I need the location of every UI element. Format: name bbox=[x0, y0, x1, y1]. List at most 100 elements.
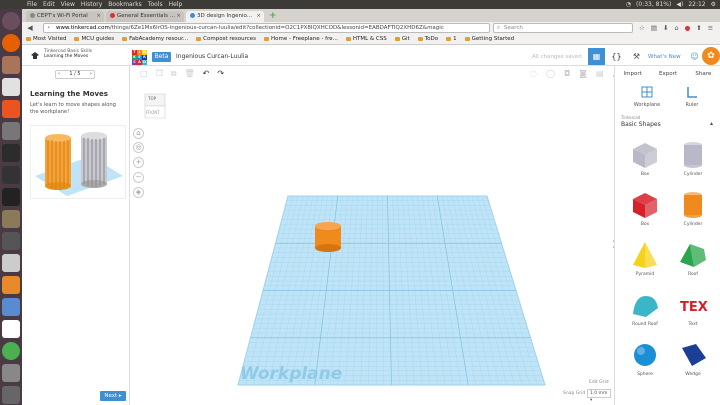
shape-cylinder[interactable]: Cylinder bbox=[670, 190, 716, 234]
menu-item[interactable]: Tools bbox=[148, 0, 163, 9]
bookmark-item[interactable]: Home - Freeplane - fre... bbox=[264, 36, 338, 42]
undo-icon[interactable]: ↶ bbox=[203, 66, 210, 81]
fit-view-button[interactable]: ◎ bbox=[133, 142, 144, 153]
firefox-icon[interactable] bbox=[2, 34, 20, 52]
workspace[interactable]: Workplane bbox=[130, 81, 614, 405]
tools-button[interactable]: ⚒ bbox=[628, 48, 645, 65]
group-icon[interactable]: ◘ bbox=[564, 66, 570, 81]
redo-icon[interactable]: ↷ bbox=[217, 66, 224, 81]
workplane-tool[interactable]: Workplane bbox=[627, 86, 667, 108]
inkscape-icon[interactable] bbox=[2, 320, 20, 338]
tab-export[interactable]: Export bbox=[650, 66, 685, 80]
shape-wedge[interactable]: Wedge bbox=[670, 340, 716, 384]
new-shape-icon[interactable]: ▢ bbox=[140, 66, 148, 81]
whats-new-link[interactable]: What's New bbox=[648, 52, 681, 62]
duplicate-icon[interactable]: ⧉ bbox=[171, 66, 177, 81]
orange-cylinder[interactable] bbox=[315, 222, 341, 252]
menu-item[interactable]: Help bbox=[169, 0, 183, 9]
snap-grid-select[interactable]: 1.0 mm ▾ bbox=[587, 389, 611, 403]
ungroup-icon[interactable]: ◙ bbox=[579, 66, 587, 81]
extension-icon[interactable]: ⬆ bbox=[696, 22, 701, 34]
shape-round-roof[interactable]: Round Roof bbox=[622, 290, 668, 334]
zoom-in-button[interactable]: + bbox=[133, 157, 144, 168]
menu-item[interactable]: Bookmarks bbox=[108, 0, 142, 9]
home-icon[interactable]: ⌂ bbox=[674, 22, 678, 34]
next-button[interactable]: Next ▸ bbox=[100, 391, 126, 401]
ruler-tool[interactable]: Ruler bbox=[672, 86, 712, 108]
clock[interactable]: 22:12 bbox=[688, 0, 705, 9]
shape-pyramid[interactable]: Pyramid bbox=[622, 240, 668, 284]
bookmark-item[interactable]: Most Visited bbox=[26, 36, 66, 42]
align-icon[interactable]: ▤ bbox=[596, 66, 604, 81]
menu-item[interactable]: History bbox=[81, 0, 102, 9]
battery-status[interactable]: (0:33, 81%) bbox=[636, 0, 671, 9]
shape-box[interactable]: Box bbox=[622, 190, 668, 234]
copy-icon[interactable]: ❐ bbox=[156, 66, 163, 81]
lesson-pager[interactable]: ‹ 1 / 5 › bbox=[55, 70, 95, 79]
browser-tab[interactable]: CEPT's Wi-Fi Portal × bbox=[26, 11, 104, 22]
menu-item[interactable]: View bbox=[61, 0, 75, 9]
workplane-canvas[interactable]: Workplane bbox=[130, 81, 614, 405]
edit-grid-link[interactable]: Edit Grid bbox=[589, 380, 609, 385]
menu-icon[interactable]: ≡ bbox=[708, 22, 713, 34]
bookmark-item[interactable]: Git bbox=[394, 36, 410, 42]
reader-icon[interactable]: ▤ bbox=[651, 22, 657, 34]
gear-icon[interactable]: ⚙ bbox=[711, 0, 716, 9]
chevron-down-icon[interactable]: ▴ bbox=[710, 120, 713, 127]
codeblocks-button[interactable]: {} bbox=[608, 48, 625, 65]
chrome-icon[interactable] bbox=[2, 342, 20, 360]
bookmark-item[interactable]: Compost resources bbox=[196, 36, 256, 42]
files-icon[interactable] bbox=[2, 56, 20, 74]
bookmark-item[interactable]: ToDo bbox=[417, 36, 438, 42]
view-cube[interactable]: TOP FRONT bbox=[142, 92, 168, 120]
download-icon[interactable]: ⬇ bbox=[663, 22, 668, 34]
bookmark-item[interactable]: FabAcademy resour... bbox=[122, 36, 188, 42]
delete-icon[interactable]: 🗑 bbox=[184, 66, 194, 81]
browser-tab[interactable]: 3D design Ingenio... × bbox=[186, 11, 264, 22]
comment-icon[interactable]: ◯ bbox=[546, 66, 555, 81]
new-tab-button[interactable]: + bbox=[269, 11, 277, 22]
bookmark-item[interactable]: HTML & CSS bbox=[345, 36, 387, 42]
monitor-icon[interactable] bbox=[2, 166, 20, 184]
url-bar[interactable]: • www.tinkercad.com/things/6Ze1Mx6lrOS-i… bbox=[43, 23, 490, 33]
trash-icon[interactable] bbox=[2, 386, 20, 404]
star-icon[interactable]: ☆ bbox=[639, 22, 645, 34]
libreoffice-icon[interactable] bbox=[2, 78, 20, 96]
user-icon[interactable]: ☺ bbox=[686, 48, 703, 65]
ortho-button[interactable]: ◈ bbox=[133, 187, 144, 198]
browser-tab[interactable]: General Essentials ... × bbox=[106, 11, 184, 22]
menu-item[interactable]: File bbox=[27, 0, 37, 9]
camera-icon[interactable] bbox=[2, 232, 20, 250]
light-icon[interactable]: ◌ bbox=[530, 66, 537, 81]
shape-box[interactable]: Box bbox=[622, 140, 668, 184]
butterfly-icon[interactable] bbox=[2, 276, 20, 294]
volume-icon[interactable]: ◀) bbox=[676, 0, 683, 9]
design-name[interactable]: Ingenious Curcan-Luulia bbox=[176, 52, 248, 62]
settings-icon[interactable] bbox=[2, 122, 20, 140]
search-input[interactable]: ⌕ Search bbox=[493, 23, 633, 33]
prev-icon[interactable]: ‹ bbox=[56, 71, 60, 78]
bookmark-item[interactable]: 1 bbox=[446, 36, 457, 42]
image-viewer-icon[interactable] bbox=[2, 254, 20, 272]
back-icon[interactable]: ◀ bbox=[25, 23, 35, 33]
close-icon[interactable]: × bbox=[176, 11, 181, 22]
wifi-icon[interactable]: ◔ bbox=[626, 0, 631, 9]
terminal2-icon[interactable] bbox=[2, 188, 20, 206]
shape-sphere[interactable]: Sphere bbox=[622, 340, 668, 384]
shape-text[interactable]: TEXT Text bbox=[670, 290, 716, 334]
shape-roof[interactable]: Roof bbox=[670, 240, 716, 284]
tab-share[interactable]: Share bbox=[686, 66, 720, 80]
shape-cylinder[interactable]: Cylinder bbox=[670, 140, 716, 184]
home-view-button[interactable]: ⌂ bbox=[133, 128, 144, 139]
app-store-icon[interactable] bbox=[2, 100, 20, 118]
grid-view-button[interactable]: ▦ bbox=[588, 48, 605, 65]
close-icon[interactable]: × bbox=[96, 11, 101, 22]
dolphin-icon[interactable] bbox=[2, 298, 20, 316]
avatar[interactable]: ✿ bbox=[702, 47, 720, 65]
shape-category-select[interactable]: Basic Shapes bbox=[621, 121, 661, 128]
next-icon[interactable]: › bbox=[90, 71, 94, 78]
zoom-out-button[interactable]: − bbox=[133, 172, 144, 183]
bookmark-item[interactable]: MCU guides bbox=[74, 36, 114, 42]
drive-icon[interactable] bbox=[2, 364, 20, 382]
close-icon[interactable]: × bbox=[256, 11, 261, 22]
